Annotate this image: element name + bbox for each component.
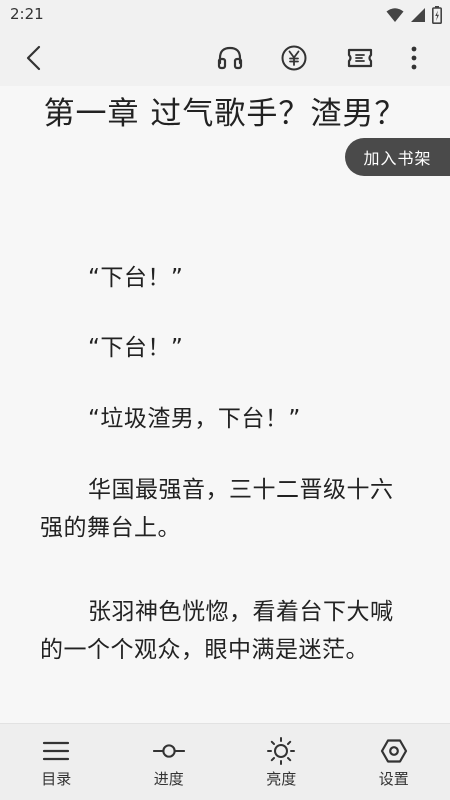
catalog-icon xyxy=(40,736,72,766)
wifi-icon xyxy=(386,7,404,23)
back-icon xyxy=(26,45,41,71)
reading-content[interactable]: 第一章 过气歌手？渣男？ 加入书架 “下台！” “下台！” “垃圾渣男，下台！”… xyxy=(0,86,450,724)
reward-button[interactable] xyxy=(276,40,312,76)
more-button[interactable] xyxy=(396,40,432,76)
headphones-icon xyxy=(217,46,243,70)
listen-button[interactable] xyxy=(212,40,248,76)
paragraph: “垃圾渣男，下台！” xyxy=(88,406,301,432)
back-button[interactable] xyxy=(16,40,52,76)
ticket-icon xyxy=(347,48,373,68)
reader-toolbar xyxy=(0,30,450,86)
nav-catalog[interactable]: 目录 xyxy=(0,724,113,800)
nav-brightness-label: 亮度 xyxy=(266,770,297,788)
more-icon xyxy=(411,46,417,70)
reader-screen: 2:21 第一章 过气歌手？渣男？ 加入书架 “下台！” “下台！” “垃圾渣男… xyxy=(0,0,450,800)
status-icons xyxy=(386,6,442,24)
nav-settings[interactable]: 设置 xyxy=(338,724,450,800)
progress-icon xyxy=(152,736,185,766)
paragraph: 张羽神色恍惚，看着台下大喊的一个个观众，眼中满是迷茫。 xyxy=(40,599,394,663)
paragraph: “下台！” xyxy=(88,335,184,361)
battery-icon xyxy=(432,6,442,24)
chapter-title: 第一章 过气歌手？渣男？ xyxy=(43,96,407,132)
status-time: 2:21 xyxy=(10,5,44,23)
settings-icon xyxy=(378,736,410,766)
nav-brightness[interactable]: 亮度 xyxy=(225,724,338,800)
bottom-nav: 目录 进度 亮度 设置 xyxy=(0,723,450,800)
status-bar: 2:21 xyxy=(0,0,450,30)
paragraph: 华国最强音，三十二晋级十六强的舞台上。 xyxy=(40,477,394,541)
nav-progress-label: 进度 xyxy=(153,770,184,788)
add-to-shelf-button[interactable]: 加入书架 xyxy=(345,138,450,176)
signal-icon xyxy=(410,7,426,23)
nav-progress[interactable]: 进度 xyxy=(113,724,226,800)
nav-catalog-label: 目录 xyxy=(41,770,72,788)
ticket-button[interactable] xyxy=(342,40,378,76)
brightness-icon xyxy=(265,736,297,766)
yen-icon xyxy=(281,45,307,71)
nav-settings-label: 设置 xyxy=(378,770,409,788)
paragraph: “下台！” xyxy=(88,265,184,291)
